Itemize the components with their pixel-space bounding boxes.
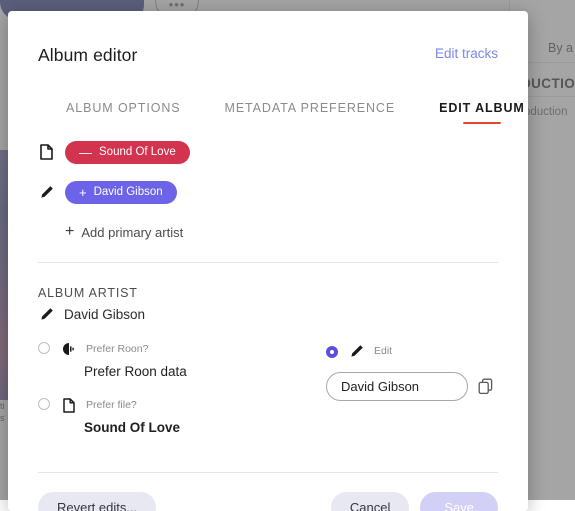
chip-row-artist: + David Gibson	[38, 180, 498, 204]
album-editor-dialog: Album editor Edit tracks ALBUM OPTIONS M…	[8, 11, 528, 511]
save-button[interactable]: Save	[420, 492, 498, 511]
option-value: Sound Of Love	[84, 420, 326, 435]
metadata-choice-left-column: Prefer Roon? Prefer Roon data	[38, 340, 326, 452]
roon-icon	[61, 340, 77, 358]
minus-icon: —	[79, 146, 92, 159]
pencil-icon	[348, 342, 364, 360]
option-edit-label: Edit	[374, 345, 392, 357]
dialog-footer: Revert edits... Cancel Save	[38, 492, 498, 511]
page-title: Album editor	[38, 45, 498, 66]
edit-input-row	[326, 372, 498, 401]
option-content: Prefer file? Sound Of Love	[61, 396, 326, 435]
copy-icon[interactable]	[478, 378, 494, 395]
option-question: Prefer Roon?	[86, 343, 148, 355]
plus-icon: +	[79, 186, 87, 199]
tab-label: METADATA PREFERENCE	[225, 101, 396, 115]
file-icon	[38, 143, 54, 161]
active-tab-indicator	[463, 122, 501, 125]
footer-divider	[38, 472, 498, 473]
add-primary-artist-label: Add primary artist	[81, 225, 183, 240]
tab-metadata-preference[interactable]: METADATA PREFERENCE	[225, 101, 396, 124]
dialog-header: Album editor Edit tracks	[8, 11, 528, 85]
chip-label: Sound Of Love	[99, 146, 176, 158]
cancel-button[interactable]: Cancel	[331, 492, 409, 511]
revert-edits-button[interactable]: Revert edits...	[38, 492, 156, 511]
tab-label: ALBUM OPTIONS	[66, 101, 181, 115]
file-icon	[61, 396, 77, 414]
pencil-icon	[38, 183, 54, 201]
option-prefer-file[interactable]: Prefer file? Sound Of Love	[38, 396, 326, 435]
edit-tracks-link[interactable]: Edit tracks	[435, 46, 498, 61]
tab-edit-album[interactable]: EDIT ALBUM	[439, 101, 525, 124]
radio-edit[interactable]	[326, 346, 338, 358]
option-value: Prefer Roon data	[84, 364, 326, 379]
add-primary-artist-button[interactable]: + Add primary artist	[65, 224, 183, 240]
radio-prefer-roon[interactable]	[38, 342, 50, 354]
metadata-choice-group: Prefer Roon? Prefer Roon data	[38, 340, 498, 452]
option-header: Prefer file?	[61, 396, 326, 414]
pencil-icon	[38, 305, 54, 323]
section-divider	[38, 262, 498, 263]
chip-add-david-gibson[interactable]: + David Gibson	[65, 181, 177, 204]
tab-album-options[interactable]: ALBUM OPTIONS	[66, 101, 181, 124]
footer-actions: Cancel Save	[331, 492, 498, 511]
album-artist-value: David Gibson	[64, 307, 145, 322]
option-header: Prefer Roon?	[61, 340, 326, 358]
chip-row-title: — Sound Of Love	[38, 140, 498, 164]
option-edit[interactable]: Edit	[326, 342, 498, 360]
chip-remove-sound-of-love[interactable]: — Sound Of Love	[65, 141, 190, 164]
metadata-choice-right-column: Edit	[326, 340, 498, 452]
chip-label: David Gibson	[94, 186, 163, 198]
option-question: Prefer file?	[86, 399, 137, 411]
plus-icon: +	[65, 224, 74, 240]
option-content: Prefer Roon? Prefer Roon data	[61, 340, 326, 379]
album-artist-section-label: ALBUM ARTIST	[38, 286, 498, 300]
radio-prefer-file[interactable]	[38, 398, 50, 410]
album-artist-current: David Gibson	[38, 305, 498, 323]
tab-label: EDIT ALBUM	[439, 101, 525, 115]
album-artist-input[interactable]	[326, 372, 468, 401]
option-prefer-roon[interactable]: Prefer Roon? Prefer Roon data	[38, 340, 326, 379]
dialog-body: — Sound Of Love + David Gibson + Add pri…	[8, 124, 528, 511]
tab-bar: ALBUM OPTIONS METADATA PREFERENCE EDIT A…	[66, 85, 528, 124]
